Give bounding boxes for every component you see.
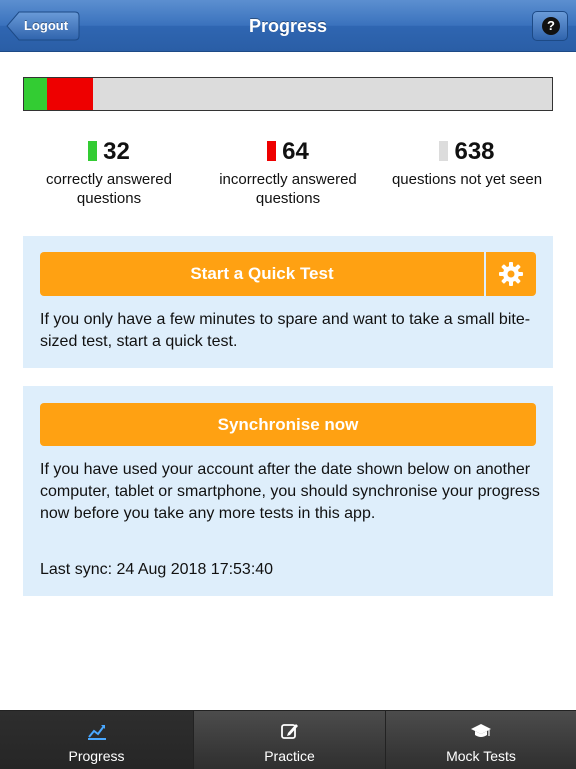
progress-segment-correct: [24, 78, 47, 110]
tab-practice-label: Practice: [264, 748, 315, 764]
unseen-count: 638: [454, 138, 495, 165]
sync-panel: Synchronise now If you have used your ac…: [23, 386, 553, 596]
progress-segment-incorrect: [47, 78, 93, 110]
tab-mock-tests-label: Mock Tests: [446, 748, 516, 764]
tab-bar: Progress Practice Mock Tests: [0, 710, 576, 769]
quick-test-settings-button[interactable]: [486, 252, 536, 296]
last-sync-text: Last sync: 24 Aug 2018 17:53:40: [40, 561, 274, 578]
stat-unseen: 638 questions not yet seen: [377, 137, 557, 189]
quick-test-description: If you only have a few minutes to spare …: [40, 311, 531, 350]
sync-description: If you have used your account after the …: [40, 461, 540, 522]
progress-bar: [23, 77, 553, 111]
unseen-label: questions not yet seen: [377, 170, 557, 189]
incorrect-swatch: [267, 141, 277, 161]
start-quick-test-button[interactable]: Start a Quick Test: [40, 252, 484, 296]
correct-label-line1: correctly answered: [46, 171, 172, 188]
incorrect-label-line1: incorrectly answered: [219, 171, 357, 188]
correct-label-line2: questions: [76, 190, 142, 207]
tab-practice[interactable]: Practice: [193, 711, 385, 769]
quick-test-panel: Start a Quick Test If you only have a fe…: [23, 236, 553, 368]
unseen-label-line1: questions not yet seen: [391, 171, 543, 188]
graduation-cap-icon: [471, 724, 491, 737]
help-button[interactable]: ?: [532, 11, 568, 41]
unseen-swatch: [439, 141, 449, 161]
incorrect-label: incorrectly answered questions: [198, 170, 378, 208]
chart-icon: [87, 725, 106, 740]
synchronise-now-button[interactable]: Synchronise now: [40, 403, 536, 446]
tab-progress[interactable]: Progress: [0, 711, 193, 769]
stat-incorrect: 64 incorrectly answered questions: [198, 137, 378, 208]
tab-mock-tests[interactable]: Mock Tests: [385, 711, 576, 769]
help-icon: ?: [542, 17, 560, 35]
stat-correct: 32 correctly answered questions: [19, 137, 199, 208]
incorrect-label-line2: questions: [255, 190, 321, 207]
correct-label: correctly answered questions: [19, 170, 199, 208]
gear-icon: [499, 262, 523, 286]
nav-bar: Logout Progress ?: [0, 0, 576, 52]
correct-count: 32: [103, 138, 130, 165]
page-title: Progress: [248, 16, 328, 36]
edit-icon: [280, 724, 298, 739]
tab-progress-label: Progress: [68, 748, 125, 764]
incorrect-count: 64: [282, 138, 309, 165]
correct-swatch: [88, 141, 98, 161]
